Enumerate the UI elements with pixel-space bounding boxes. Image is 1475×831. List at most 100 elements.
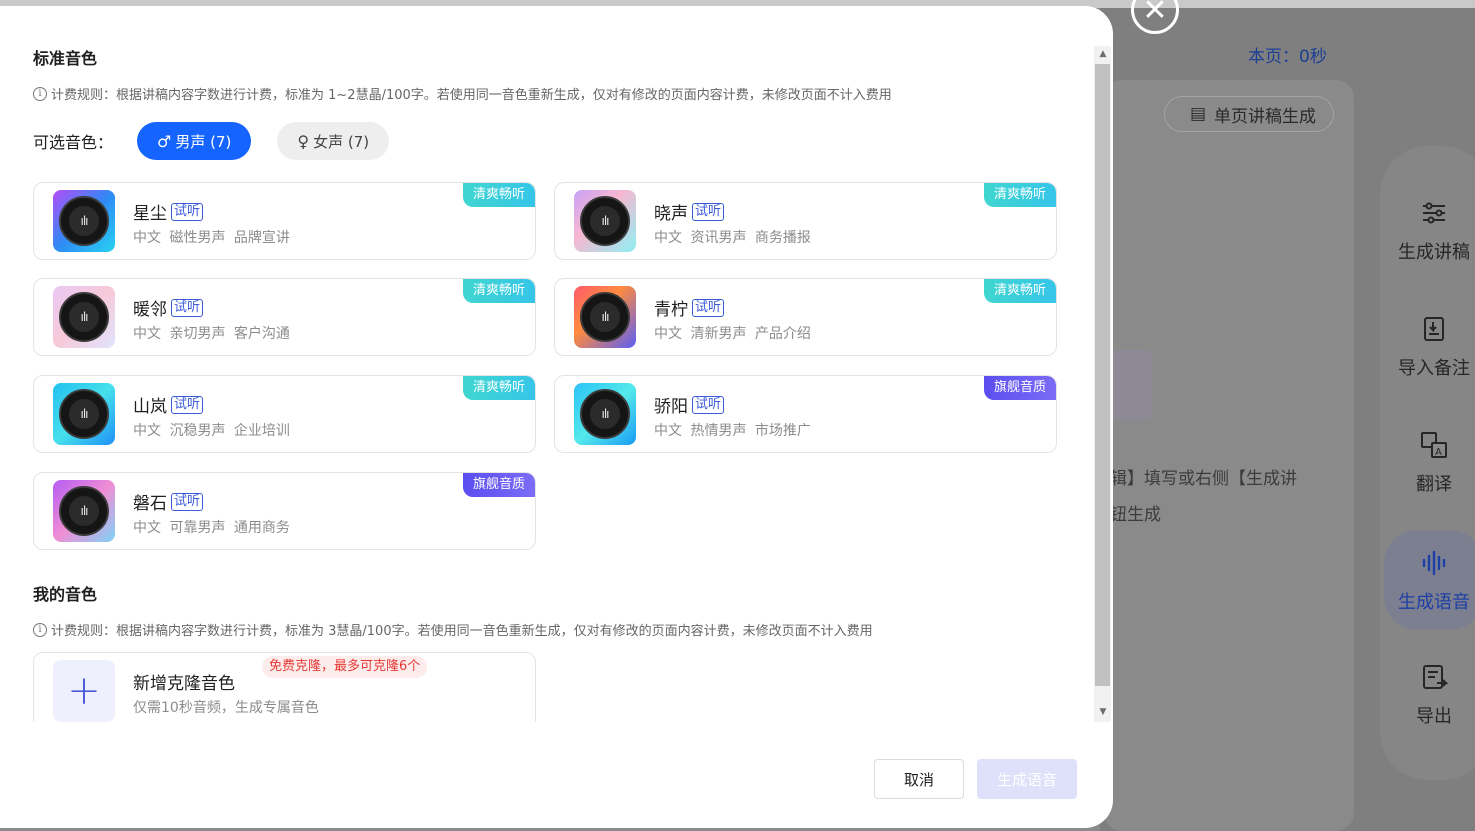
import-note-icon: [1424, 317, 1444, 341]
gender-filter: 可选音色： ♂ 男声 (7) ♀ 女声 (7): [33, 122, 415, 160]
tab-male-label: 男声 (7): [175, 132, 232, 151]
empty-hint-line1: 辑】填写或右侧【生成讲: [1110, 469, 1297, 489]
voice-tags: 中文 可靠男声 通用商务: [133, 520, 290, 536]
voice-name: 晓声: [654, 204, 688, 224]
scroll-up-arrow-icon[interactable]: ▲: [1096, 46, 1110, 62]
voice-quality-badge: 旗舰音质: [462, 473, 535, 497]
male-icon: ♂: [157, 131, 172, 151]
voice-card[interactable]: ılı 青柠 试听 中文 清新男声 产品介绍 清爽畅听: [554, 278, 1057, 356]
plus-icon: +: [53, 660, 115, 722]
add-clone-desc: 仅需10秒音频，生成专属音色: [133, 700, 319, 716]
standard-billing-rule: i 计费规则：根据讲稿内容字数进行计费，标准为 1~2慧晶/100字。若使用同一…: [33, 84, 892, 103]
voice-quality-badge: 旗舰音质: [983, 376, 1056, 400]
preview-button[interactable]: 试听: [692, 202, 725, 221]
soundwave-icon: ılı: [69, 302, 99, 332]
gender-filter-label: 可选音色：: [33, 133, 114, 152]
generate-voice-button[interactable]: 生成语音: [977, 759, 1077, 799]
single-page-script-label: 单页讲稿生成: [1214, 106, 1317, 127]
preview-button[interactable]: 试听: [171, 202, 204, 221]
close-icon: ✕: [1142, 0, 1168, 28]
info-icon: i: [33, 86, 47, 101]
modal-scroll-area[interactable]: 标准音色 i 计费规则：根据讲稿内容字数进行计费，标准为 1~2慧晶/100字。…: [0, 6, 1093, 722]
voice-card[interactable]: ılı 磐石 试听 中文 可靠男声 通用商务 旗舰音质: [33, 472, 536, 550]
soundwave-icon: ılı: [69, 399, 99, 429]
preview-button[interactable]: 试听: [171, 395, 204, 414]
info-icon: i: [33, 622, 47, 637]
tab-male-voices[interactable]: ♂ 男声 (7): [137, 122, 252, 160]
sidebar-item-generate-script[interactable]: 生成讲稿: [1384, 198, 1475, 264]
voice-selection-modal: 标准音色 i 计费规则：根据讲稿内容字数进行计费，标准为 1~2慧晶/100字。…: [0, 6, 1113, 828]
voice-tags: 中文 亲切男声 客户沟通: [133, 326, 290, 342]
voice-tags: 中文 资讯男声 商务播报: [654, 230, 811, 246]
voice-card[interactable]: ılı 晓声 试听 中文 资讯男声 商务播报 清爽畅听: [554, 182, 1057, 260]
svg-text:A: A: [1435, 447, 1442, 458]
background-script-panel: [1104, 80, 1354, 831]
empty-hint-line2: 钮生成: [1110, 505, 1161, 525]
voice-avatar: ılı: [574, 383, 636, 445]
translate-icon: A: [1421, 432, 1447, 458]
document-icon: ▤: [1189, 104, 1207, 124]
voice-name: 山岚: [133, 397, 167, 417]
preview-button[interactable]: 试听: [171, 492, 204, 511]
free-clone-badge: 免费克隆，最多可克隆6个: [262, 656, 428, 678]
my-voices-title: 我的音色: [33, 585, 98, 604]
voice-avatar: ılı: [574, 286, 636, 348]
soundwave-icon: ılı: [69, 496, 99, 526]
sidebar-label: 生成语音: [1398, 592, 1470, 613]
voice-quality-badge: 清爽畅听: [462, 183, 535, 207]
sidebar-label: 生成讲稿: [1398, 242, 1470, 263]
voice-tags: 中文 热情男声 市场推广: [654, 423, 811, 439]
add-clone-voice-card[interactable]: + 新增克隆音色 免费克隆，最多可克隆6个 仅需10秒音频，生成专属音色: [33, 652, 536, 722]
voice-tags: 中文 沉稳男声 企业培训: [133, 423, 290, 439]
voice-tags: 中文 磁性男声 品牌宣讲: [133, 230, 290, 246]
voice-name: 暖邻: [133, 300, 167, 320]
sidebar-item-export[interactable]: 导出: [1384, 662, 1475, 728]
standard-billing-rule-text: 计费规则：根据讲稿内容字数进行计费，标准为 1~2慧晶/100字。若使用同一音色…: [51, 88, 892, 103]
voice-quality-badge: 清爽畅听: [983, 183, 1056, 207]
female-icon: ♀: [297, 131, 310, 151]
single-page-script-button[interactable]: ▤ 单页讲稿生成: [1164, 96, 1334, 132]
voice-quality-badge: 清爽畅听: [462, 376, 535, 400]
my-billing-rule-text: 计费规则：根据讲稿内容字数进行计费，标准为 3慧晶/100字。若使用同一音色重新…: [51, 624, 873, 639]
my-billing-rule: i 计费规则：根据讲稿内容字数进行计费，标准为 3慧晶/100字。若使用同一音色…: [33, 620, 873, 639]
sidebar-label: 翻译: [1416, 474, 1452, 495]
scroll-down-arrow-icon[interactable]: ▼: [1096, 704, 1110, 720]
voice-quality-badge: 清爽畅听: [983, 279, 1056, 303]
soundwave-icon: ılı: [590, 206, 620, 236]
standard-voices-title: 标准音色: [33, 49, 98, 68]
voice-card[interactable]: ılı 暖邻 试听 中文 亲切男声 客户沟通 清爽畅听: [33, 278, 536, 356]
empty-state-illustration: [1112, 350, 1152, 420]
preview-button[interactable]: 试听: [692, 395, 725, 414]
voice-avatar: ılı: [53, 286, 115, 348]
sidebar-item-translate[interactable]: A 翻译: [1384, 430, 1475, 496]
voice-wave-icon: [1422, 550, 1446, 576]
voice-card[interactable]: ılı 山岚 试听 中文 沉稳男声 企业培训 清爽畅听: [33, 375, 536, 453]
preview-button[interactable]: 试听: [692, 298, 725, 317]
sidebar-label: 导入备注: [1398, 358, 1470, 379]
sidebar-item-import-notes[interactable]: 导入备注: [1384, 314, 1475, 380]
voice-avatar: ılı: [53, 480, 115, 542]
voice-name: 青柠: [654, 300, 688, 320]
export-icon: [1423, 665, 1449, 689]
preview-button[interactable]: 试听: [171, 298, 204, 317]
tab-female-voices[interactable]: ♀ 女声 (7): [277, 122, 390, 160]
voice-avatar: ılı: [53, 383, 115, 445]
voice-avatar: ılı: [53, 190, 115, 252]
soundwave-icon: ılı: [590, 399, 620, 429]
sliders-icon: [1423, 202, 1445, 224]
voice-name: 磐石: [133, 494, 167, 514]
voice-avatar: ılı: [574, 190, 636, 252]
add-clone-title: 新增克隆音色: [133, 674, 235, 694]
cancel-button[interactable]: 取消: [874, 759, 964, 799]
soundwave-icon: ılı: [590, 302, 620, 332]
voice-tags: 中文 清新男声 产品介绍: [654, 326, 811, 342]
scrollbar-thumb[interactable]: [1095, 64, 1110, 686]
voice-card[interactable]: ılı 骄阳 试听 中文 热情男声 市场推广 旗舰音质: [554, 375, 1057, 453]
voice-name: 骄阳: [654, 397, 688, 417]
tab-female-label: 女声 (7): [313, 132, 370, 151]
voice-card[interactable]: ılı 星尘 试听 中文 磁性男声 品牌宣讲 清爽畅听: [33, 182, 536, 260]
voice-name: 星尘: [133, 204, 167, 224]
voice-quality-badge: 清爽畅听: [462, 279, 535, 303]
sidebar-item-generate-voice[interactable]: 生成语音: [1384, 530, 1475, 630]
sidebar-label: 导出: [1416, 706, 1452, 727]
